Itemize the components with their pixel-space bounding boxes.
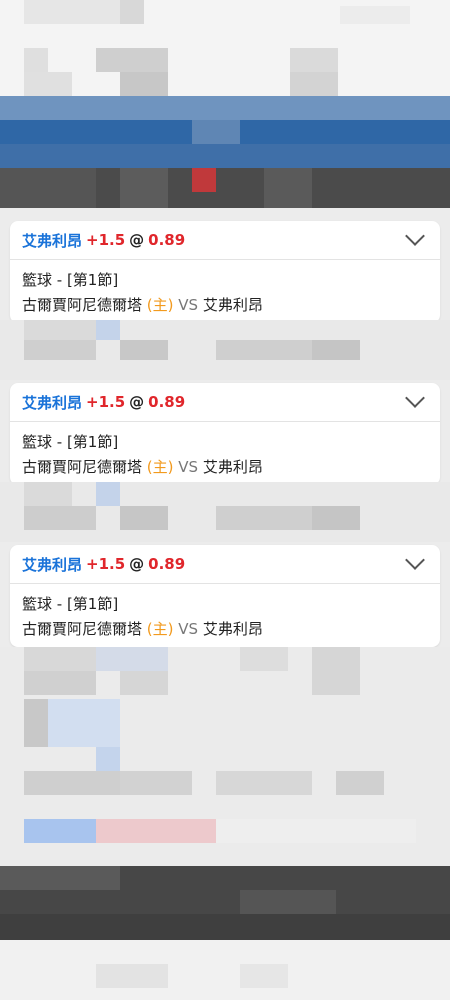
away-team: 艾弗利昂 [202,296,263,314]
bet-slip-card[interactable]: 艾弗利昂 +1.5 @ 0.89 籃球 - [第1節] 古爾賈阿尼德爾塔 (主)… [10,545,440,647]
home-team: 古爾賈阿尼德爾塔 [22,620,143,638]
confirm-bar-obscured[interactable] [0,866,450,940]
odds: 0.89 [148,393,186,411]
sport-period: 籃球 - [第1節] [22,595,119,613]
sport-period: 籃球 - [第1節] [22,433,119,451]
selection-team: 艾弗利昂 [22,393,83,412]
at-sign: @ [129,231,145,249]
home-marker: (主) [146,296,174,314]
odds: 0.89 [148,231,186,249]
home-team: 古爾賈阿尼德爾塔 [22,296,143,314]
away-team: 艾弗利昂 [202,458,263,476]
status-and-app-header-obscured [0,0,450,96]
chevron-down-icon[interactable] [405,550,425,570]
handicap: +1.5 [86,393,126,411]
bet-slip-card[interactable]: 艾弗利昂 +1.5 @ 0.89 籃球 - [第1節] 古爾賈阿尼德爾塔 (主)… [10,221,440,323]
vs-label: VS [178,296,199,314]
match-line: 古爾賈阿尼德爾塔 (主) VS 艾弗利昂 [22,455,428,480]
bet-slip-header[interactable]: 艾弗利昂 +1.5 @ 0.89 [10,545,440,584]
match-line: 古爾賈阿尼德爾塔 (主) VS 艾弗利昂 [22,617,428,642]
selection-team: 艾弗利昂 [22,555,83,574]
bet-slip-card[interactable]: 艾弗利昂 +1.5 @ 0.89 籃球 - [第1節] 古爾賈阿尼德爾塔 (主)… [10,383,440,485]
away-team: 艾弗利昂 [202,620,263,638]
bet-summary-obscured [0,647,450,866]
home-marker: (主) [146,458,174,476]
tab-bar-obscured[interactable] [0,168,450,208]
nav-bar-obscured [0,940,450,1000]
handicap: +1.5 [86,555,126,573]
at-sign: @ [129,555,145,573]
match-line: 古爾賈阿尼德爾塔 (主) VS 艾弗利昂 [22,293,428,318]
odds: 0.89 [148,555,186,573]
home-team: 古爾賈阿尼德爾塔 [22,458,143,476]
selection-team: 艾弗利昂 [22,231,83,250]
vs-label: VS [178,458,199,476]
handicap: +1.5 [86,231,126,249]
vs-label: VS [178,620,199,638]
stake-input-area-obscured[interactable] [0,320,450,380]
home-marker: (主) [146,620,174,638]
stake-input-area-obscured[interactable] [0,482,450,542]
sport-period: 籃球 - [第1節] [22,271,119,289]
bet-slip-header[interactable]: 艾弗利昂 +1.5 @ 0.89 [10,383,440,422]
bet-slip-header[interactable]: 艾弗利昂 +1.5 @ 0.89 [10,221,440,260]
at-sign: @ [129,393,145,411]
app-header-bar [0,96,450,168]
chevron-down-icon[interactable] [405,388,425,408]
chevron-down-icon[interactable] [405,226,425,246]
